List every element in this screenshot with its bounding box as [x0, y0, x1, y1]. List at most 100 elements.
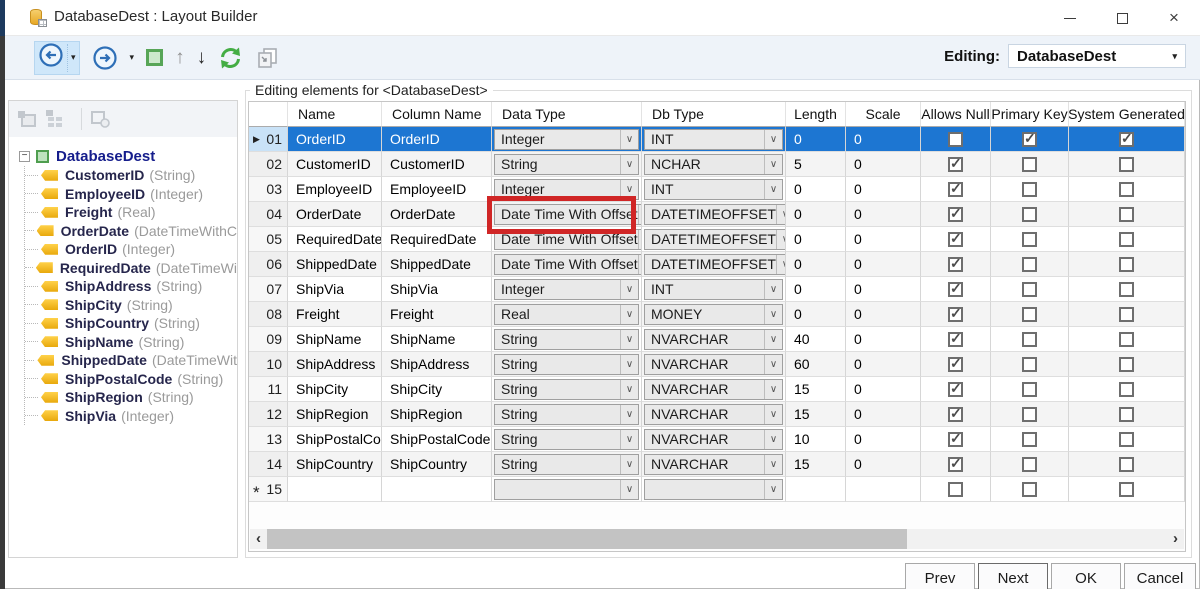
- column-header-primary-key[interactable]: Primary Key: [991, 102, 1069, 127]
- minimize-button[interactable]: [1044, 0, 1096, 36]
- db-type-dropdown[interactable]: DATETIMEOFFSET∨: [642, 202, 786, 227]
- db-type-dropdown[interactable]: NVARCHAR∨: [642, 352, 786, 377]
- grid-row-10[interactable]: 10ShipAddressShipAddressString∨NVARCHAR∨…: [249, 352, 1185, 377]
- row-header-15[interactable]: *15: [249, 477, 288, 502]
- system-generated-cell[interactable]: [1069, 402, 1185, 427]
- db-type-dropdown[interactable]: INT∨: [642, 127, 786, 152]
- chevron-down-icon[interactable]: ∨: [764, 305, 782, 324]
- tree-item-shipcountry[interactable]: ShipCountry(String): [25, 314, 237, 333]
- tree-item-freight[interactable]: Freight(Real): [25, 203, 237, 222]
- allows-null-checkbox[interactable]: [948, 482, 963, 497]
- data-type-dropdown[interactable]: String∨: [492, 327, 642, 352]
- cell-scale[interactable]: 0: [846, 352, 921, 377]
- tree-item-shippeddate[interactable]: ShippedDate(DateTimeWit: [25, 351, 237, 370]
- cell-name[interactable]: ShipCity: [288, 377, 382, 402]
- system-generated-cell[interactable]: [1069, 377, 1185, 402]
- chevron-down-icon[interactable]: ∨: [764, 405, 782, 424]
- db-type-dropdown[interactable]: MONEY∨: [642, 302, 786, 327]
- system-generated-cell[interactable]: [1069, 277, 1185, 302]
- cell-scale[interactable]: 0: [846, 377, 921, 402]
- chevron-down-icon[interactable]: ∨: [620, 455, 638, 474]
- cell-length[interactable]: 60: [786, 352, 846, 377]
- cell-length[interactable]: [786, 477, 846, 502]
- cell-length[interactable]: 0: [786, 202, 846, 227]
- chevron-down-icon[interactable]: ∨: [620, 305, 638, 324]
- chevron-down-icon[interactable]: ∨: [620, 330, 638, 349]
- tree-item-requireddate[interactable]: RequiredDate(DateTimeWi: [25, 259, 237, 278]
- primary-key-cell[interactable]: [991, 152, 1069, 177]
- cell-column-name[interactable]: [382, 477, 492, 502]
- db-type-dropdown[interactable]: NCHAR∨: [644, 154, 783, 175]
- cell-column-name[interactable]: CustomerID: [382, 152, 492, 177]
- row-header-11[interactable]: 11: [249, 377, 288, 402]
- allows-null-cell[interactable]: [921, 252, 991, 277]
- db-type-dropdown[interactable]: INT∨: [642, 277, 786, 302]
- db-type-dropdown[interactable]: DATETIMEOFFSET∨: [644, 204, 786, 225]
- cell-name[interactable]: RequiredDate: [288, 227, 382, 252]
- db-type-dropdown[interactable]: INT∨: [644, 179, 783, 200]
- row-header-14[interactable]: 14: [249, 452, 288, 477]
- grid-row-02[interactable]: 02CustomerIDCustomerIDString∨NCHAR∨50: [249, 152, 1185, 177]
- primary-key-cell[interactable]: [991, 402, 1069, 427]
- system-generated-checkbox[interactable]: [1119, 457, 1134, 472]
- data-type-dropdown[interactable]: String∨: [494, 154, 639, 175]
- cell-column-name[interactable]: ShipCity: [382, 377, 492, 402]
- primary-key-checkbox[interactable]: [1022, 307, 1037, 322]
- data-type-dropdown[interactable]: String∨: [492, 152, 642, 177]
- forward-button[interactable]: [92, 45, 118, 71]
- tree-item-customerid[interactable]: CustomerID(String): [25, 166, 237, 185]
- chevron-down-icon[interactable]: ∨: [620, 155, 638, 174]
- copy-layout-button[interactable]: [255, 47, 279, 69]
- column-header-length[interactable]: Length: [786, 102, 846, 127]
- cell-name[interactable]: OrderDate: [288, 202, 382, 227]
- chevron-down-icon[interactable]: ∨: [620, 380, 638, 399]
- db-type-dropdown[interactable]: DATETIMEOFFSET∨: [644, 229, 786, 250]
- chevron-down-icon[interactable]: ∨: [776, 255, 786, 274]
- cell-length[interactable]: 15: [786, 452, 846, 477]
- row-header-13[interactable]: 13: [249, 427, 288, 452]
- primary-key-checkbox[interactable]: [1022, 207, 1037, 222]
- primary-key-cell[interactable]: [991, 327, 1069, 352]
- tree-item-shipname[interactable]: ShipName(String): [25, 333, 237, 352]
- db-type-dropdown[interactable]: INT∨: [644, 279, 783, 300]
- system-generated-checkbox[interactable]: [1119, 232, 1134, 247]
- cell-scale[interactable]: 0: [846, 402, 921, 427]
- db-type-dropdown[interactable]: NVARCHAR∨: [642, 452, 786, 477]
- cell-length[interactable]: 40: [786, 327, 846, 352]
- allows-null-checkbox[interactable]: [948, 157, 963, 172]
- scroll-right-button[interactable]: ›: [1167, 529, 1184, 549]
- cell-scale[interactable]: 0: [846, 452, 921, 477]
- data-type-dropdown[interactable]: String∨: [492, 402, 642, 427]
- data-type-dropdown[interactable]: String∨: [494, 454, 639, 475]
- move-down-button[interactable]: ↓: [197, 47, 207, 69]
- data-type-dropdown[interactable]: String∨: [492, 427, 642, 452]
- cell-column-name[interactable]: ShipPostalCode: [382, 427, 492, 452]
- data-type-dropdown[interactable]: String∨: [492, 352, 642, 377]
- column-header-system-generated[interactable]: System Generated: [1069, 102, 1185, 127]
- chevron-down-icon[interactable]: ∨: [764, 480, 782, 499]
- column-header-name[interactable]: Name: [288, 102, 382, 127]
- system-generated-checkbox[interactable]: [1119, 332, 1134, 347]
- data-type-dropdown[interactable]: ∨: [494, 479, 639, 500]
- cell-name[interactable]: ShipRegion: [288, 402, 382, 427]
- tree-root-databasedest[interactable]: − DatabaseDest: [19, 147, 237, 166]
- system-generated-cell[interactable]: [1069, 152, 1185, 177]
- row-header-04[interactable]: 04: [249, 202, 288, 227]
- system-generated-cell[interactable]: [1069, 227, 1185, 252]
- chevron-down-icon[interactable]: ∨: [776, 205, 786, 224]
- cell-column-name[interactable]: ShipRegion: [382, 402, 492, 427]
- grid-row-14[interactable]: 14ShipCountryShipCountryString∨NVARCHAR∨…: [249, 452, 1185, 477]
- cell-name[interactable]: ShipCountry: [288, 452, 382, 477]
- move-up-button[interactable]: ↑: [175, 47, 185, 69]
- primary-key-cell[interactable]: [991, 127, 1069, 152]
- system-generated-cell[interactable]: [1069, 177, 1185, 202]
- chevron-down-icon[interactable]: ∨: [764, 455, 782, 474]
- cell-name[interactable]: EmployeeID: [288, 177, 382, 202]
- tree-item-shipregion[interactable]: ShipRegion(String): [25, 388, 237, 407]
- db-type-dropdown[interactable]: NVARCHAR∨: [644, 379, 783, 400]
- system-generated-checkbox[interactable]: [1119, 207, 1134, 222]
- allows-null-cell[interactable]: [921, 427, 991, 452]
- primary-key-cell[interactable]: [991, 477, 1069, 502]
- allows-null-checkbox[interactable]: [948, 182, 963, 197]
- cell-name[interactable]: Freight: [288, 302, 382, 327]
